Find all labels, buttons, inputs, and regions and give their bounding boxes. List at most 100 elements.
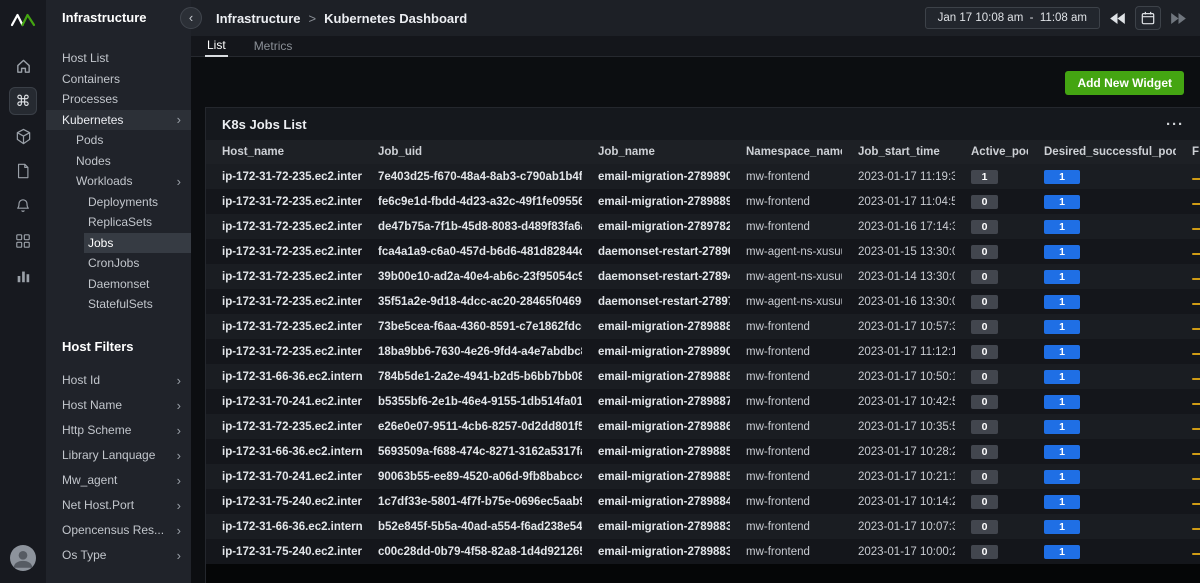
- k8s-jobs-card: K8s Jobs List ··· Host_nameJob_uidJob_na…: [205, 107, 1200, 583]
- cell-desired-successful-pods: 1: [1028, 264, 1176, 289]
- sidebar-item-host-list[interactable]: Host List: [46, 48, 191, 69]
- add-new-widget-button[interactable]: Add New Widget: [1065, 71, 1184, 95]
- cell-desired-successful-pods: 1: [1028, 464, 1176, 489]
- sidebar-item-pods[interactable]: Pods: [46, 130, 191, 151]
- cell-namespace-name: mw-agent-ns-xusuu: [730, 264, 842, 289]
- cell-active-pods: 0: [955, 339, 1028, 364]
- active-pods-badge: 0: [971, 520, 998, 534]
- filter-item-host-id[interactable]: Host Id›: [46, 368, 191, 393]
- desired-successful-pods-badge: 1: [1044, 370, 1080, 384]
- calendar-icon[interactable]: [1135, 6, 1161, 30]
- time-range-picker[interactable]: Jan 17 10:08 am - 11:08 am: [925, 7, 1100, 29]
- table-row[interactable]: ip-172-31-75-240.ec2.internalc00c28dd-0b…: [206, 539, 1200, 564]
- cell-active-pods: 0: [955, 364, 1028, 389]
- main-area: ‹ Infrastructure > Kubernetes Dashboard …: [191, 0, 1200, 583]
- sidebar-item-label: ReplicaSets: [88, 215, 152, 229]
- tab-list[interactable]: List: [205, 36, 228, 57]
- bar-chart-icon[interactable]: [9, 262, 37, 290]
- column-header-host-name[interactable]: Host_name: [206, 140, 362, 164]
- cell-active-pods: 1: [955, 164, 1028, 189]
- filter-item-opencensus-res[interactable]: Opencensus Res...›: [46, 518, 191, 543]
- table-row[interactable]: ip-172-31-72-235.ec2.internalde47b75a-7f…: [206, 214, 1200, 239]
- table-row[interactable]: ip-172-31-70-241.ec2.internal90063b55-ee…: [206, 464, 1200, 489]
- cell-job-name: email-migration-27898855: [582, 439, 730, 464]
- sidebar-item-processes[interactable]: Processes: [46, 89, 191, 110]
- table-row[interactable]: ip-172-31-70-241.ec2.internalb5355bf6-2e…: [206, 389, 1200, 414]
- cell-job-uid: fca4a1a9-c6a0-457d-b6d6-481d82844c52: [362, 239, 582, 264]
- sidebar-filters: Host Id›Host Name›Http Scheme›Library La…: [46, 368, 191, 568]
- sidebar-item-daemonset[interactable]: Daemonset: [46, 274, 191, 295]
- bell-icon[interactable]: [9, 192, 37, 220]
- filter-item-os-type[interactable]: Os Type›: [46, 543, 191, 568]
- cell-job-name: daemonset-restart-27896160: [582, 239, 730, 264]
- table-row[interactable]: ip-172-31-66-36.ec2.internal5693509a-f68…: [206, 439, 1200, 464]
- cell-job-uid: de47b75a-7f1b-45d8-8083-d489f83fa6a7: [362, 214, 582, 239]
- chevron-right-icon: ›: [177, 449, 181, 462]
- home-icon[interactable]: [9, 52, 37, 80]
- cell-job-start-time: 2023-01-16 17:14:39: [842, 214, 955, 239]
- sidebar-item-nodes[interactable]: Nodes: [46, 151, 191, 172]
- table-row[interactable]: ip-172-31-75-240.ec2.internal1c7df33e-58…: [206, 489, 1200, 514]
- cell-namespace-name: mw-frontend: [730, 514, 842, 539]
- sidebar-item-workloads[interactable]: Workloads›: [46, 171, 191, 192]
- filter-item-http-scheme[interactable]: Http Scheme›: [46, 418, 191, 443]
- table-row[interactable]: ip-172-31-66-36.ec2.internalb52e845f-5b5…: [206, 514, 1200, 539]
- chevron-right-icon: ›: [177, 113, 181, 126]
- active-pods-badge: 0: [971, 445, 998, 459]
- command-icon[interactable]: ⌘: [9, 87, 37, 115]
- table-row[interactable]: ip-172-31-72-235.ec2.internal35f51a2e-9d…: [206, 289, 1200, 314]
- table-row[interactable]: ip-172-31-72-235.ec2.internalfca4a1a9-c6…: [206, 239, 1200, 264]
- filter-item-host-name[interactable]: Host Name›: [46, 393, 191, 418]
- table-row[interactable]: ip-172-31-72-235.ec2.internal18ba9bb6-76…: [206, 339, 1200, 364]
- filter-item-library-lanquage[interactable]: Library Lanquage›: [46, 443, 191, 468]
- sidebar-item-kubernetes[interactable]: Kubernetes›: [46, 110, 191, 131]
- card-header: K8s Jobs List ···: [206, 108, 1200, 140]
- sidebar-item-replicasets[interactable]: ReplicaSets: [46, 212, 191, 233]
- cell-failed-pods: [1176, 539, 1200, 564]
- breadcrumb-infrastructure[interactable]: Infrastructure: [216, 11, 301, 26]
- column-header-job-name[interactable]: Job_name: [582, 140, 730, 164]
- sidebar-collapse-button[interactable]: ‹: [180, 7, 202, 29]
- column-header-namespace-name[interactable]: Namespace_name: [730, 140, 842, 164]
- table-row[interactable]: ip-172-31-72-235.ec2.internal73be5cea-f6…: [206, 314, 1200, 339]
- column-header-f[interactable]: F: [1176, 140, 1200, 164]
- mw-logo[interactable]: [10, 8, 36, 32]
- table-row[interactable]: ip-172-31-72-235.ec2.internale26e0e07-95…: [206, 414, 1200, 439]
- cell-namespace-name: mw-frontend: [730, 214, 842, 239]
- user-avatar[interactable]: [10, 545, 36, 571]
- skip-forward-icon[interactable]: [1171, 13, 1186, 24]
- package-icon[interactable]: [9, 122, 37, 150]
- document-icon[interactable]: [9, 157, 37, 185]
- table-row[interactable]: ip-172-31-72-235.ec2.internal7e403d25-f6…: [206, 164, 1200, 189]
- card-menu-icon[interactable]: ···: [1166, 117, 1184, 132]
- desired-successful-pods-badge: 1: [1044, 470, 1080, 484]
- sidebar: Infrastructure Host ListContainersProces…: [46, 0, 191, 583]
- active-pods-badge: 0: [971, 220, 998, 234]
- sidebar-item-statefulsets[interactable]: StatefulSets: [46, 294, 191, 315]
- table-row[interactable]: ip-172-31-66-36.ec2.internal784b5de1-2a2…: [206, 364, 1200, 389]
- apps-grid-icon[interactable]: [9, 227, 37, 255]
- sidebar-item-containers[interactable]: Containers: [46, 69, 191, 90]
- breadcrumb-kubernetes-dashboard[interactable]: Kubernetes Dashboard: [324, 11, 467, 26]
- active-pods-badge: 0: [971, 545, 998, 559]
- desired-successful-pods-badge: 1: [1044, 195, 1080, 209]
- cell-desired-successful-pods: 1: [1028, 439, 1176, 464]
- column-header-job-uid[interactable]: Job_uid: [362, 140, 582, 164]
- table-row[interactable]: ip-172-31-72-235.ec2.internal39b00e10-ad…: [206, 264, 1200, 289]
- cell-job-name: email-migration-27898850: [582, 464, 730, 489]
- filter-item-net-host-port[interactable]: Net Host.Port›: [46, 493, 191, 518]
- cell-job-uid: fe6c9e1d-fbdd-4d23-a32c-49f1fe09556e: [362, 189, 582, 214]
- column-header-active-pods[interactable]: Active_pods: [955, 140, 1028, 164]
- column-header-job-start-time[interactable]: Job_start_time: [842, 140, 955, 164]
- table-row[interactable]: ip-172-31-72-235.ec2.internalfe6c9e1d-fb…: [206, 189, 1200, 214]
- column-header-desired-successful-pods[interactable]: Desired_successful_pods: [1028, 140, 1176, 164]
- desired-successful-pods-badge: 1: [1044, 220, 1080, 234]
- desired-successful-pods-badge: 1: [1044, 445, 1080, 459]
- skip-back-icon[interactable]: [1110, 13, 1125, 24]
- filter-item-mw-agent[interactable]: Mw_agent›: [46, 468, 191, 493]
- sidebar-item-deployments[interactable]: Deployments: [46, 192, 191, 213]
- sidebar-item-cronjobs[interactable]: CronJobs: [46, 253, 191, 274]
- cell-namespace-name: mw-frontend: [730, 389, 842, 414]
- tab-metrics[interactable]: Metrics: [252, 37, 295, 56]
- sidebar-item-jobs[interactable]: Jobs: [46, 233, 191, 254]
